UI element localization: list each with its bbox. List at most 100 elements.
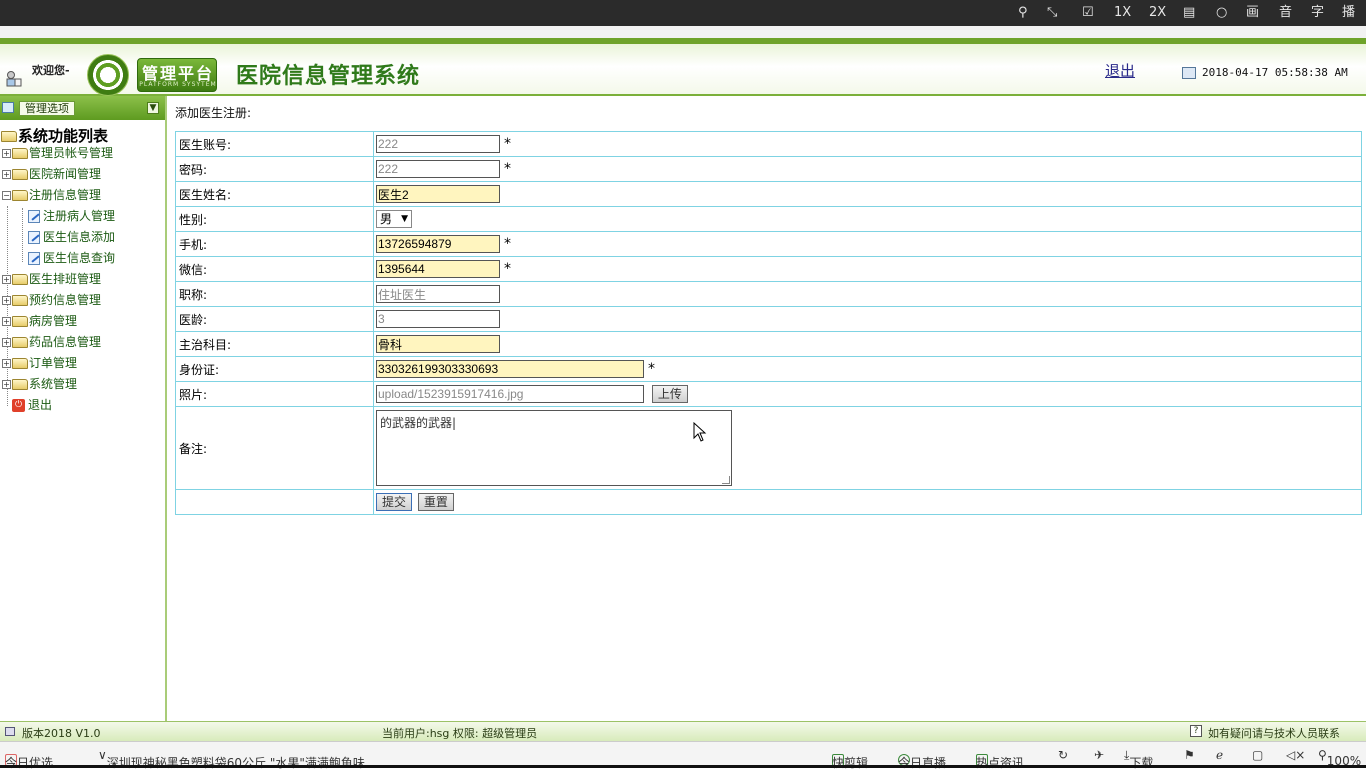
field-label: 身份证: bbox=[175, 356, 374, 382]
experience-input[interactable] bbox=[376, 310, 500, 328]
expand-icon[interactable]: ⤡ bbox=[1047, 4, 1057, 22]
expand-icon[interactable]: + bbox=[2, 170, 11, 179]
pin-icon[interactable]: ✈ bbox=[1094, 748, 1104, 762]
live-label: 今日直播 bbox=[898, 756, 947, 770]
idcard-input[interactable] bbox=[376, 360, 644, 378]
field-cell: * bbox=[373, 231, 1362, 257]
sidebar-item-patients[interactable]: 注册病人管理 bbox=[28, 207, 115, 227]
upload-button[interactable]: 上传 bbox=[651, 385, 688, 403]
window-icon[interactable]: ▤ bbox=[1183, 4, 1195, 22]
required-mark: * bbox=[504, 136, 511, 152]
browser-bottom-bar: 今日优选 ∨ 深圳现神秘黑色塑料袋60公斤 "水果"满满鲍鱼味 快剪辑 今日直播… bbox=[0, 741, 1366, 770]
sidebar-item-label: 系统管理 bbox=[29, 377, 78, 391]
gender-select[interactable]: 男 ▼ bbox=[376, 210, 412, 228]
collapse-icon[interactable]: − bbox=[2, 191, 11, 200]
sidebar-item-query-doctor[interactable]: 医生信息查询 bbox=[28, 249, 115, 269]
field-label: 医生账号: bbox=[175, 131, 374, 157]
picture-button[interactable]: 画 bbox=[1246, 4, 1259, 22]
bulb-icon[interactable]: ○ bbox=[1216, 4, 1227, 22]
field-cell bbox=[373, 181, 1362, 207]
pin-icon[interactable]: ⚲ bbox=[1018, 4, 1028, 22]
folder-icon bbox=[12, 379, 28, 390]
expand-icon[interactable]: + bbox=[2, 275, 11, 284]
sidebar-item-orders[interactable]: + 订单管理 bbox=[0, 354, 77, 374]
download-button[interactable]: ⤓ 下载 bbox=[1124, 748, 1153, 770]
field-label: 手机: bbox=[175, 231, 374, 257]
sidebar-item-scheduling[interactable]: + 医生排班管理 bbox=[0, 270, 101, 290]
folder-icon bbox=[12, 148, 28, 159]
form-row-idcard: 身份证: * bbox=[175, 356, 1362, 382]
manage-options-button[interactable]: 管理选项 bbox=[19, 101, 75, 116]
required-mark: * bbox=[504, 261, 511, 277]
sidebar-item-hospital-news[interactable]: + 医院新闻管理 bbox=[0, 165, 101, 185]
calendar-icon bbox=[1182, 67, 1196, 79]
platform-logo: 管理平台 PLATFORM SYSYTEM bbox=[137, 58, 217, 92]
wechat-input[interactable] bbox=[376, 260, 500, 278]
expand-icon[interactable]: + bbox=[2, 317, 11, 326]
play-button[interactable]: 播 bbox=[1342, 4, 1355, 22]
remark-textarea[interactable]: 的武器的武器| bbox=[376, 410, 732, 486]
form-row-wechat: 微信: * bbox=[175, 256, 1362, 282]
sidebar-header: 管理选项 ▼ bbox=[0, 96, 165, 120]
account-input[interactable] bbox=[376, 135, 500, 153]
sidebar-item-label: 注册信息管理 bbox=[29, 188, 102, 202]
sidebar-item-label: 退出 bbox=[28, 398, 53, 412]
sidebar-item-wards[interactable]: + 病房管理 bbox=[0, 312, 77, 332]
speed-2x-button[interactable]: 2X bbox=[1149, 4, 1166, 22]
sidebar-item-drugs[interactable]: + 药品信息管理 bbox=[0, 333, 101, 353]
field-cell: 上传 bbox=[373, 381, 1362, 407]
logout-link[interactable]: 退出 bbox=[1105, 60, 1135, 81]
audio-button[interactable]: 音 bbox=[1279, 4, 1292, 22]
mute-icon[interactable]: ◁× bbox=[1286, 748, 1305, 762]
subtitle-button[interactable]: 字 bbox=[1311, 4, 1324, 22]
zoom-control[interactable]: ⚲ 100% bbox=[1318, 748, 1361, 768]
sidebar-item-system[interactable]: + 系统管理 bbox=[0, 375, 77, 395]
user-icon bbox=[5, 70, 23, 88]
field-cell: * bbox=[373, 131, 1362, 157]
expand-icon[interactable]: + bbox=[2, 296, 11, 305]
tree-root[interactable]: 系统功能列表 bbox=[0, 125, 108, 146]
job-title-input[interactable] bbox=[376, 285, 500, 303]
expand-icon[interactable]: + bbox=[2, 380, 11, 389]
expand-icon[interactable]: + bbox=[2, 359, 11, 368]
speed-1x-button[interactable]: 1X bbox=[1114, 4, 1131, 22]
sidebar-item-add-doctor[interactable]: 医生信息添加 bbox=[28, 228, 115, 248]
sidebar-item-exit[interactable]: ⏻ 退出 bbox=[12, 396, 52, 416]
field-cell: 男 ▼ bbox=[373, 206, 1362, 232]
sidebar-item-label: 订单管理 bbox=[29, 356, 78, 370]
submit-button[interactable]: 提交 bbox=[376, 493, 413, 511]
download-label: 下载 bbox=[1129, 756, 1154, 770]
actions-cell: 提交 重置 bbox=[373, 489, 1362, 515]
gender-selected-value: 男 bbox=[380, 212, 393, 226]
news-ticker[interactable]: ∨ 深圳现神秘黑色塑料袋60公斤 "水果"满满鲍鱼味 bbox=[98, 748, 365, 770]
expand-icon[interactable]: + bbox=[2, 338, 11, 347]
folder-icon bbox=[12, 316, 28, 327]
sidebar-item-registration[interactable]: − 注册信息管理 bbox=[0, 186, 101, 206]
expand-icon[interactable]: + bbox=[2, 149, 11, 158]
folder-open-icon bbox=[12, 190, 28, 201]
password-input[interactable] bbox=[376, 160, 500, 178]
doctor-form: 医生账号: * 密码: * 医生姓名: 性别: 男▼ 手机: * 微信: * 职… bbox=[175, 131, 1362, 515]
field-cell: * bbox=[373, 156, 1362, 182]
edit-doc-icon bbox=[28, 252, 40, 265]
reset-button[interactable]: 重置 bbox=[417, 493, 454, 511]
phone-input[interactable] bbox=[376, 235, 500, 253]
news-ticker-text: 深圳现神秘黑色塑料袋60公斤 "水果"满满鲍鱼味 bbox=[106, 756, 365, 770]
refresh-icon[interactable]: ↻ bbox=[1058, 748, 1068, 762]
form-row-password: 密码: * bbox=[175, 156, 1362, 182]
specialty-input[interactable] bbox=[376, 335, 500, 353]
collapse-arrow-icon[interactable]: ▼ bbox=[147, 102, 159, 114]
sidebar-item-admin-accounts[interactable]: + 管理员帐号管理 bbox=[0, 144, 113, 164]
ie-icon[interactable]: ℯ bbox=[1216, 748, 1223, 762]
edit-icon[interactable]: ☑ bbox=[1082, 4, 1094, 22]
current-user-text: 当前用户:hsg 权限: 超级管理员 bbox=[382, 727, 538, 740]
window-icon[interactable]: ▢ bbox=[1252, 748, 1263, 762]
flag-icon[interactable]: ⚑ bbox=[1184, 748, 1195, 762]
sidebar-item-appointments[interactable]: + 预约信息管理 bbox=[0, 291, 101, 311]
folder-icon bbox=[12, 274, 28, 285]
photo-path-input[interactable] bbox=[376, 385, 644, 403]
field-cell: * bbox=[373, 256, 1362, 282]
doctor-name-input[interactable] bbox=[376, 185, 500, 203]
edit-doc-icon bbox=[28, 210, 40, 223]
resize-grip-icon[interactable] bbox=[722, 476, 730, 484]
